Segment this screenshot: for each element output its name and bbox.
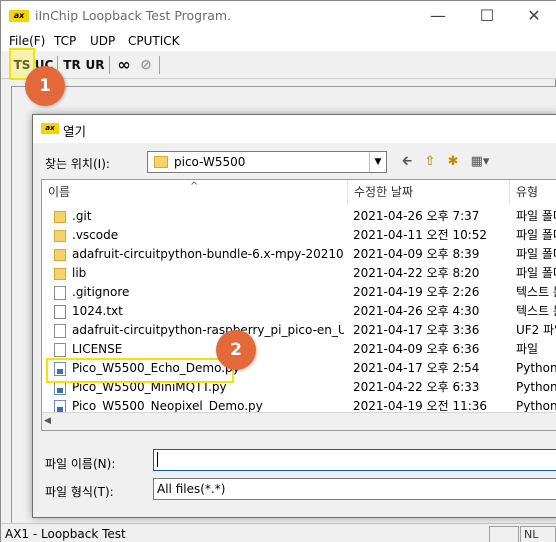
file-type: 파일 폴더 bbox=[516, 266, 556, 280]
tcp-receive-icon[interactable]: TR bbox=[61, 54, 83, 76]
file-type: 텍스트 문서 bbox=[516, 304, 556, 318]
file-date: 2021-04-26 오후 4:30 bbox=[353, 304, 480, 318]
infinite-loop-icon[interactable]: ∞ bbox=[113, 54, 135, 76]
file-name: adafruit-circuitpython-bundle-6.x-mpy-20… bbox=[72, 247, 344, 261]
title-bar: ax iInChip Loopback Test Program. — ☐ ✕ bbox=[1, 1, 556, 31]
file-name: LICENSE bbox=[72, 342, 123, 356]
status-text: AX1 - Loopback Test bbox=[5, 527, 126, 541]
file-date: 2021-04-09 오후 8:39 bbox=[353, 247, 480, 261]
up-folder-icon[interactable]: ⇧ bbox=[420, 153, 440, 171]
document-icon bbox=[54, 305, 66, 319]
file-name: .git bbox=[72, 209, 92, 223]
toolbar-separator bbox=[159, 56, 160, 74]
folder-icon bbox=[54, 211, 66, 223]
file-name: .gitignore bbox=[72, 285, 130, 299]
file-row[interactable]: LICENSE 2021-04-09 오후 6:36 파일 bbox=[42, 340, 556, 359]
file-date: 2021-04-22 오후 6:33 bbox=[353, 380, 480, 394]
file-type-select[interactable]: All files(*.*) bbox=[153, 478, 556, 500]
udp-receive-icon[interactable]: UR bbox=[84, 54, 106, 76]
document-icon bbox=[54, 324, 66, 338]
file-date: 2021-04-22 오후 8:20 bbox=[353, 266, 480, 280]
file-row[interactable]: .vscode 2021-04-11 오전 10:52 파일 폴더 bbox=[42, 226, 556, 245]
file-type-label: 파일 형식(T): bbox=[45, 485, 114, 499]
file-row[interactable]: lib 2021-04-22 오후 8:20 파일 폴더 bbox=[42, 264, 556, 283]
look-in-label: 찾는 위치(I): bbox=[45, 157, 110, 171]
file-type: Python bbox=[516, 380, 556, 394]
file-row[interactable]: 1024.txt 2021-04-26 오후 4:30 텍스트 문서 bbox=[42, 302, 556, 321]
step-badge-1: 1 bbox=[25, 66, 65, 106]
column-header-name-label: 이름 bbox=[48, 185, 71, 199]
close-button[interactable]: ✕ bbox=[511, 1, 556, 31]
horizontal-scrollbar[interactable]: ◀ bbox=[42, 412, 556, 430]
file-date: 2021-04-11 오전 10:52 bbox=[353, 228, 488, 242]
file-name-label: 파일 이름(N): bbox=[45, 457, 116, 471]
file-type: Python bbox=[516, 361, 556, 375]
minimize-button[interactable]: — bbox=[415, 1, 461, 31]
menu-tcp[interactable]: TCP bbox=[54, 34, 76, 48]
file-name: adafruit-circuitpython-raspberry_pi_pico… bbox=[72, 323, 344, 337]
sort-asc-icon: ^ bbox=[190, 181, 199, 192]
file-row[interactable]: adafruit-circuitpython-raspberry_pi_pico… bbox=[42, 321, 556, 340]
view-menu-icon[interactable]: ▦▾ bbox=[466, 153, 494, 171]
file-type: 텍스트 문서 bbox=[516, 285, 556, 299]
file-row[interactable]: .git 2021-04-26 오후 7:37 파일 폴더 bbox=[42, 207, 556, 226]
file-name: .vscode bbox=[72, 228, 119, 242]
document-icon bbox=[54, 343, 66, 357]
file-name: lib bbox=[72, 266, 87, 280]
column-header-type[interactable]: 유형 bbox=[510, 180, 556, 204]
text-caret bbox=[157, 452, 158, 467]
folder-icon bbox=[54, 230, 66, 242]
file-row[interactable]: .gitignore 2021-04-19 오후 2:26 텍스트 문서 bbox=[42, 283, 556, 302]
dialog-app-icon: ax bbox=[41, 123, 59, 134]
folder-icon bbox=[54, 268, 66, 280]
window-title: iInChip Loopback Test Program. bbox=[35, 8, 232, 23]
stop-icon[interactable]: ⊘ bbox=[135, 54, 157, 76]
dialog-title-bar: ax 열기 bbox=[33, 115, 556, 143]
status-cell-blank bbox=[489, 526, 519, 542]
new-folder-icon[interactable]: ✱ bbox=[443, 153, 463, 171]
file-list: 이름 ^ 수정한 날짜 유형 .git 2021-04-26 오후 7:37 파일 … bbox=[41, 179, 556, 431]
file-type: 파일 폴더 bbox=[516, 247, 556, 261]
file-type: 파일 폴더 bbox=[516, 209, 556, 223]
menu-bar: File(F) TCP UDP CPUTICK bbox=[1, 31, 556, 51]
status-indicator: NL bbox=[520, 526, 556, 542]
file-date: 2021-04-26 오후 7:37 bbox=[353, 209, 480, 223]
python-file-icon bbox=[54, 381, 66, 395]
file-date: 2021-04-19 오후 2:26 bbox=[353, 285, 480, 299]
file-type: 파일 폴더 bbox=[516, 228, 556, 242]
dialog-title: 열기 bbox=[63, 124, 87, 139]
toolbar-separator bbox=[109, 56, 110, 74]
folder-icon bbox=[54, 249, 66, 261]
look-in-value: pico-W5500 bbox=[174, 155, 246, 169]
back-icon[interactable]: 🡰 bbox=[397, 153, 417, 171]
echo-demo-highlight bbox=[46, 358, 234, 383]
chevron-down-icon[interactable]: ▼ bbox=[369, 152, 386, 172]
column-header-date[interactable]: 수정한 날짜 bbox=[348, 180, 510, 204]
file-name: 1024.txt bbox=[72, 304, 123, 318]
toolbar: TS UC TR UR ∞ ⊘ bbox=[1, 51, 556, 79]
menu-cputick[interactable]: CPUTICK bbox=[128, 34, 180, 48]
open-file-dialog: ax 열기 찾는 위치(I): pico-W5500 ▼ 🡰 ⇧ ✱ ▦▾ 이름… bbox=[32, 114, 556, 518]
maximize-button[interactable]: ☐ bbox=[464, 1, 510, 31]
file-name-input[interactable] bbox=[153, 449, 556, 471]
file-date: 2021-04-09 오후 6:36 bbox=[353, 342, 480, 356]
status-bar: AX1 - Loopback Test NL bbox=[1, 523, 556, 542]
scroll-left-icon[interactable]: ◀ bbox=[44, 416, 51, 426]
file-row[interactable]: adafruit-circuitpython-bundle-6.x-mpy-20… bbox=[42, 245, 556, 264]
step-badge-2: 2 bbox=[216, 330, 256, 370]
column-header-name[interactable]: 이름 ^ bbox=[42, 180, 348, 204]
document-icon bbox=[54, 286, 66, 300]
look-in-dropdown[interactable]: pico-W5500 ▼ bbox=[147, 151, 387, 173]
menu-file[interactable]: File(F) bbox=[9, 34, 45, 48]
folder-icon bbox=[154, 156, 168, 168]
app-icon: ax bbox=[9, 10, 29, 22]
file-type: UF2 파일 bbox=[516, 323, 556, 337]
file-type: 파일 bbox=[516, 342, 539, 356]
menu-udp[interactable]: UDP bbox=[90, 34, 115, 48]
file-date: 2021-04-17 오후 2:54 bbox=[353, 361, 480, 375]
file-date: 2021-04-17 오후 3:36 bbox=[353, 323, 480, 337]
